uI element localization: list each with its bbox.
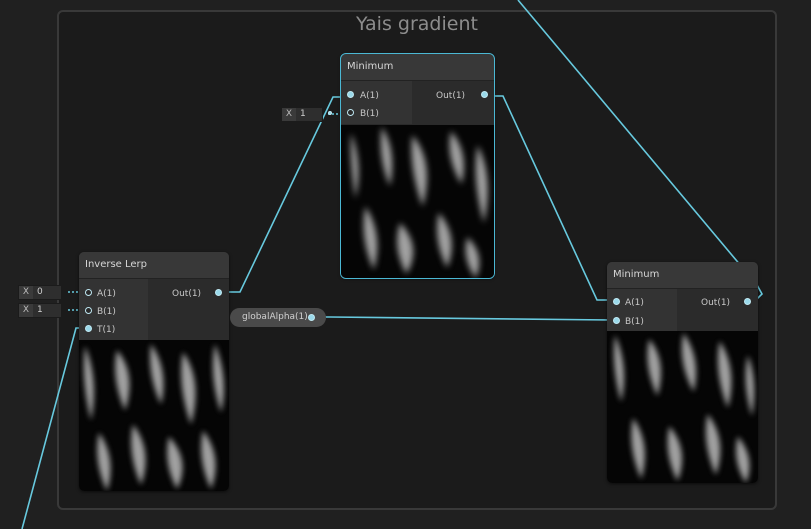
- input-a-port[interactable]: [347, 91, 354, 98]
- node-outputs: Out(1): [677, 289, 758, 332]
- input-b-port[interactable]: [85, 307, 92, 314]
- input-a-port[interactable]: [613, 298, 620, 305]
- group-title[interactable]: Yais gradient: [59, 13, 775, 35]
- node-preview-image: [607, 331, 758, 483]
- output-label: Out(1): [436, 91, 466, 101]
- input-b-port[interactable]: [347, 109, 354, 116]
- node-inputs: A(1) B(1): [607, 289, 677, 332]
- node-preview-image: [79, 340, 229, 491]
- node-title[interactable]: Minimum: [341, 54, 494, 81]
- node-title[interactable]: Minimum: [607, 262, 758, 289]
- inverse-lerp-node[interactable]: Inverse Lerp A(1) B(1) T(1) Out(1): [79, 252, 229, 491]
- axis-label: X: [19, 304, 33, 317]
- inverse-lerp-a-value-field[interactable]: X0: [18, 285, 62, 300]
- node-outputs: Out(1): [412, 81, 494, 124]
- axis-label: X: [282, 108, 296, 121]
- input-t-label: T(1): [97, 325, 116, 335]
- axis-label: X: [19, 286, 33, 299]
- input-a-label: A(1): [97, 289, 116, 299]
- output-label: Out(1): [701, 298, 731, 308]
- input-b-port[interactable]: [613, 317, 620, 324]
- field-connector-dot: [328, 111, 332, 115]
- node-outputs: Out(1): [148, 279, 229, 340]
- output-port[interactable]: [215, 289, 222, 296]
- input-a-label: A(1): [360, 91, 379, 101]
- input-b-label: B(1): [97, 307, 116, 317]
- value[interactable]: 1: [33, 305, 43, 315]
- output-label: Out(1): [172, 289, 202, 299]
- value[interactable]: 1: [296, 109, 306, 119]
- node-inputs: A(1) B(1) T(1): [79, 279, 148, 340]
- output-port[interactable]: [744, 298, 751, 305]
- inverse-lerp-b-value-field[interactable]: X1: [18, 303, 62, 318]
- input-t-port[interactable]: [85, 325, 92, 332]
- global-alpha-property-node[interactable]: globalAlpha(1): [230, 308, 326, 327]
- node-preview-image: [341, 125, 494, 278]
- input-b-label: B(1): [360, 109, 379, 119]
- minimum-node-right[interactable]: Minimum A(1) B(1) Out(1): [607, 262, 758, 483]
- value[interactable]: 0: [33, 287, 43, 297]
- input-b-label: B(1): [625, 317, 644, 327]
- node-title[interactable]: Inverse Lerp: [79, 252, 229, 279]
- output-port[interactable]: [481, 91, 488, 98]
- node-inputs: A(1) B(1): [341, 81, 412, 124]
- minimum-node-top[interactable]: Minimum A(1) B(1) Out(1): [340, 53, 495, 279]
- property-output-port[interactable]: [308, 314, 315, 321]
- minimum-top-b-value-field[interactable]: X1: [281, 107, 323, 122]
- property-label: globalAlpha(1): [242, 312, 308, 322]
- input-a-port[interactable]: [85, 289, 92, 296]
- input-a-label: A(1): [625, 298, 644, 308]
